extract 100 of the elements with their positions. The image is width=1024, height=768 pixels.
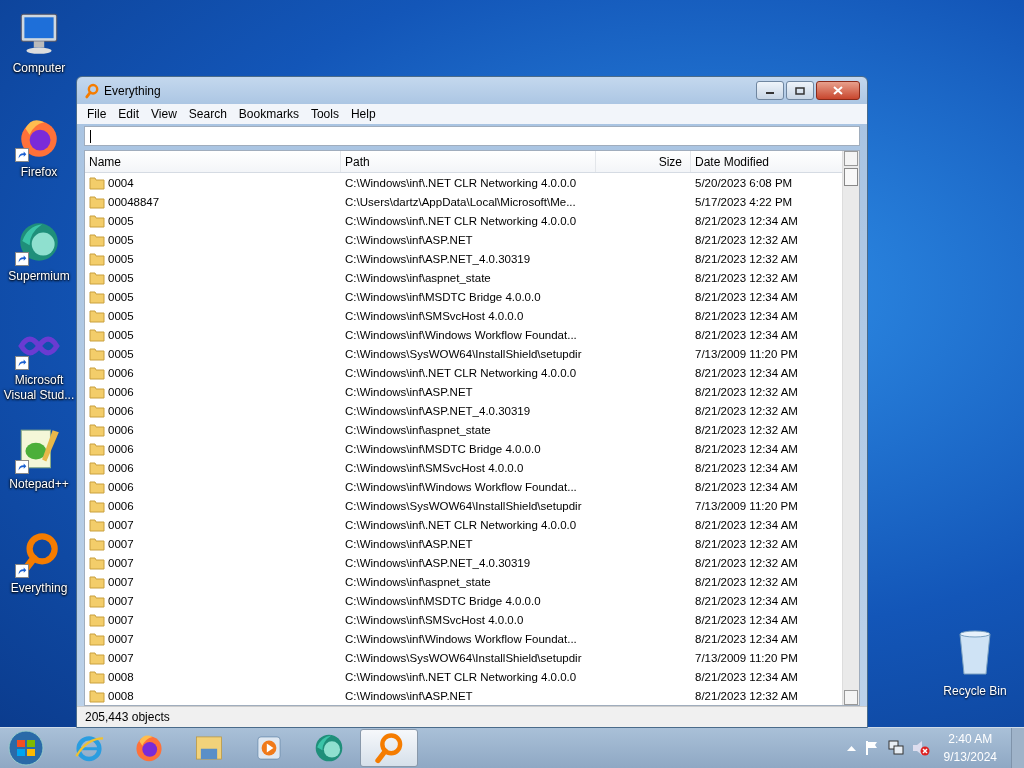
file-name: 0006 [108, 480, 134, 493]
file-name: 0006 [108, 423, 134, 436]
search-field[interactable] [84, 126, 860, 146]
date-modified: 8/21/2023 12:34 AM [694, 309, 799, 322]
caret-up-icon[interactable] [846, 745, 856, 751]
file-path: C:\Windows\inf\SMSvcHost 4.0.0.0 [344, 613, 525, 626]
file-name: 0007 [108, 594, 134, 607]
date-modified: 8/21/2023 12:34 AM [694, 214, 799, 227]
file-name: 0007 [108, 518, 134, 531]
file-name: 0006 [108, 442, 134, 455]
file-name: 0007 [108, 556, 134, 569]
menu-item[interactable]: Edit [112, 107, 146, 121]
menu-item[interactable]: Bookmarks [232, 107, 305, 121]
date-modified: 8/21/2023 12:32 AM [694, 689, 799, 702]
file-path: C:\Windows\inf\Windows Workflow Foundat... [344, 632, 578, 645]
window-title: Everything [104, 83, 162, 98]
desktop-icon-label[interactable]: Everything [10, 581, 68, 596]
file-path: C:\Windows\inf\.NET CLR Networking 4.0.0.0 [344, 214, 578, 227]
file-path: C:\Windows\inf\Windows Workflow Foundat... [344, 480, 578, 493]
file-path: C:\Windows\inf\SMSvcHost 4.0.0.0 [344, 309, 525, 322]
folder-icon [89, 175, 105, 190]
minimize-button[interactable] [756, 81, 784, 100]
date-modified: 8/21/2023 12:32 AM [694, 271, 799, 284]
file-path: C:\Windows\inf\ASP.NET_4.0.30319 [344, 404, 532, 417]
folder-icon [89, 384, 105, 399]
flag-icon[interactable] [863, 740, 880, 756]
desktop-icon-label[interactable]: Microsoft Visual Stud... [0, 373, 78, 403]
speaker-muted-icon[interactable] [911, 740, 930, 756]
date-modified: 8/21/2023 12:32 AM [694, 404, 799, 417]
file-path: C:\Windows\inf\ASP.NET [344, 385, 474, 398]
file-path: C:\Windows\inf\.NET CLR Networking 4.0.0.0 [344, 176, 578, 189]
menu-item[interactable]: Search [182, 107, 233, 121]
start-orb-icon[interactable] [6, 730, 46, 766]
date-modified: 8/21/2023 12:34 AM [694, 461, 799, 474]
folder-icon [89, 308, 105, 323]
file-path: C:\Windows\inf\ASP.NET [344, 233, 474, 246]
date-modified: 8/21/2023 12:32 AM [694, 233, 799, 246]
date-modified: 8/21/2023 12:32 AM [694, 252, 799, 265]
file-name: 0004 [108, 176, 134, 189]
file-path: C:\Windows\SysWOW64\InstallShield\setupdir [344, 347, 583, 360]
file-name: 0005 [108, 309, 134, 322]
network-icon[interactable] [887, 740, 904, 756]
file-path: C:\Windows\SysWOW64\InstallShield\setupdir [344, 499, 583, 512]
date-modified: 8/21/2023 12:34 AM [694, 442, 799, 455]
file-name: 0007 [108, 613, 134, 626]
menu-item[interactable]: Tools [304, 107, 345, 121]
menu-item[interactable]: File [81, 107, 113, 121]
folder-icon [89, 555, 105, 570]
column-header[interactable]: Name [85, 151, 341, 172]
file-name: 0005 [108, 252, 134, 265]
status-text: 205,443 objects [77, 706, 867, 727]
desktop-icon-label[interactable]: Computer [12, 61, 66, 76]
close-button[interactable] [816, 81, 860, 100]
folder-icon [89, 631, 105, 646]
file-name: 0008 [108, 689, 134, 702]
date-modified: 8/21/2023 12:34 AM [694, 366, 799, 379]
file-name: 0007 [108, 537, 134, 550]
file-path: C:\Windows\inf\ASP.NET [344, 689, 474, 702]
file-path: C:\Windows\inf\SMSvcHost 4.0.0.0 [344, 461, 525, 474]
file-path: C:\Windows\inf\ASP.NET_4.0.30319 [344, 556, 532, 569]
date-modified: 7/13/2009 11:20 PM [694, 347, 799, 360]
maximize-button[interactable] [786, 81, 814, 100]
folder-icon [89, 194, 105, 209]
column-header[interactable]: Size [596, 151, 691, 172]
folder-icon [89, 612, 105, 627]
folder-icon [89, 232, 105, 247]
menu-item[interactable]: Help [344, 107, 382, 121]
close-icon [833, 86, 843, 95]
file-path: C:\Windows\inf\.NET CLR Networking 4.0.0.0 [344, 366, 578, 379]
file-path: C:\Windows\inf\aspnet_state [344, 271, 492, 284]
menu-item[interactable]: View [145, 107, 183, 121]
date-modified: 8/21/2023 12:32 AM [694, 385, 799, 398]
file-name: 0006 [108, 366, 134, 379]
folder-icon [89, 289, 105, 304]
date-modified: 8/21/2023 12:34 AM [694, 290, 799, 303]
date-modified: 8/21/2023 12:34 AM [694, 632, 799, 645]
folder-icon [89, 688, 105, 703]
scrollbar[interactable] [842, 151, 859, 705]
folder-icon [89, 270, 105, 285]
date-modified: 8/21/2023 12:34 AM [694, 613, 799, 626]
date-modified: 8/21/2023 12:32 AM [694, 556, 799, 569]
show-desktop-button[interactable] [1011, 728, 1024, 768]
column-header[interactable]: Path [341, 151, 596, 172]
desktop-icon-label[interactable]: Recycle Bin [936, 684, 1014, 698]
file-name: 0005 [108, 271, 134, 284]
file-name: 0005 [108, 347, 134, 360]
file-name: 0006 [108, 404, 134, 417]
taskbar-button[interactable] [360, 729, 418, 767]
desktop-icon-label[interactable]: Firefox [20, 165, 58, 180]
folder-icon [89, 669, 105, 684]
file-name: 0007 [108, 632, 134, 645]
file-path: C:\Windows\inf\MSDTC Bridge 4.0.0.0 [344, 290, 542, 303]
file-name: 0005 [108, 290, 134, 303]
desktop-icon-label[interactable]: Supermium [8, 269, 70, 284]
folder-icon [89, 517, 105, 532]
file-path: C:\Windows\inf\Windows Workflow Foundat... [344, 328, 578, 341]
folder-icon [89, 574, 105, 589]
file-path: C:\Windows\inf\MSDTC Bridge 4.0.0.0 [344, 594, 542, 607]
desktop-icon-label[interactable]: Notepad++ [9, 477, 69, 492]
folder-icon [89, 422, 105, 437]
